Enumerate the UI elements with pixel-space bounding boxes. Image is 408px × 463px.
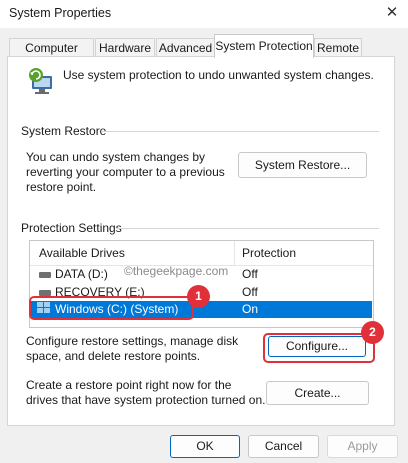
close-icon[interactable]: ✕ (383, 4, 401, 22)
watermark: ©thegeekpage.com (124, 264, 229, 278)
group-divider (101, 131, 379, 132)
ok-button[interactable]: OK (170, 435, 240, 458)
tab-computer-name[interactable]: Computer Name (9, 38, 94, 73)
drive-protection: Off (242, 267, 258, 281)
system-restore-button[interactable]: System Restore... (238, 152, 367, 178)
callout-badge-2: 2 (361, 321, 384, 344)
intro-text: Use system protection to undo unwanted s… (63, 68, 374, 82)
configure-description: Configure restore settings, manage disk … (26, 334, 239, 363)
system-restore-heading: System Restore (21, 124, 107, 138)
tab-advanced[interactable]: Advanced (156, 38, 215, 57)
drive-name: DATA (D:) (55, 267, 108, 281)
protection-settings-heading: Protection Settings (21, 221, 122, 235)
column-header-protection[interactable]: Protection (242, 246, 296, 260)
tab-system-protection[interactable]: System Protection (214, 34, 314, 58)
column-header-available-drives[interactable]: Available Drives (39, 246, 125, 260)
apply-button[interactable]: Apply (327, 435, 398, 458)
cancel-button[interactable]: Cancel (248, 435, 319, 458)
drive-icon (39, 271, 51, 278)
window-title: System Properties (9, 6, 112, 20)
group-divider (117, 228, 379, 229)
column-separator[interactable] (234, 241, 235, 265)
tab-hardware[interactable]: Hardware (95, 38, 155, 57)
drive-protection: Off (242, 285, 258, 299)
configure-button[interactable]: Configure... (268, 336, 366, 357)
system-restore-description: You can undo system changes by reverting… (26, 150, 225, 194)
highlight-box-drive (29, 296, 194, 320)
create-description: Create a restore point right now for the… (26, 378, 266, 407)
drive-protection: On (242, 302, 259, 316)
drive-icon (39, 289, 51, 296)
callout-badge-1: 1 (187, 285, 210, 308)
system-protection-icon (26, 67, 60, 97)
create-button[interactable]: Create... (266, 381, 369, 405)
tab-remote[interactable]: Remote (314, 38, 362, 57)
